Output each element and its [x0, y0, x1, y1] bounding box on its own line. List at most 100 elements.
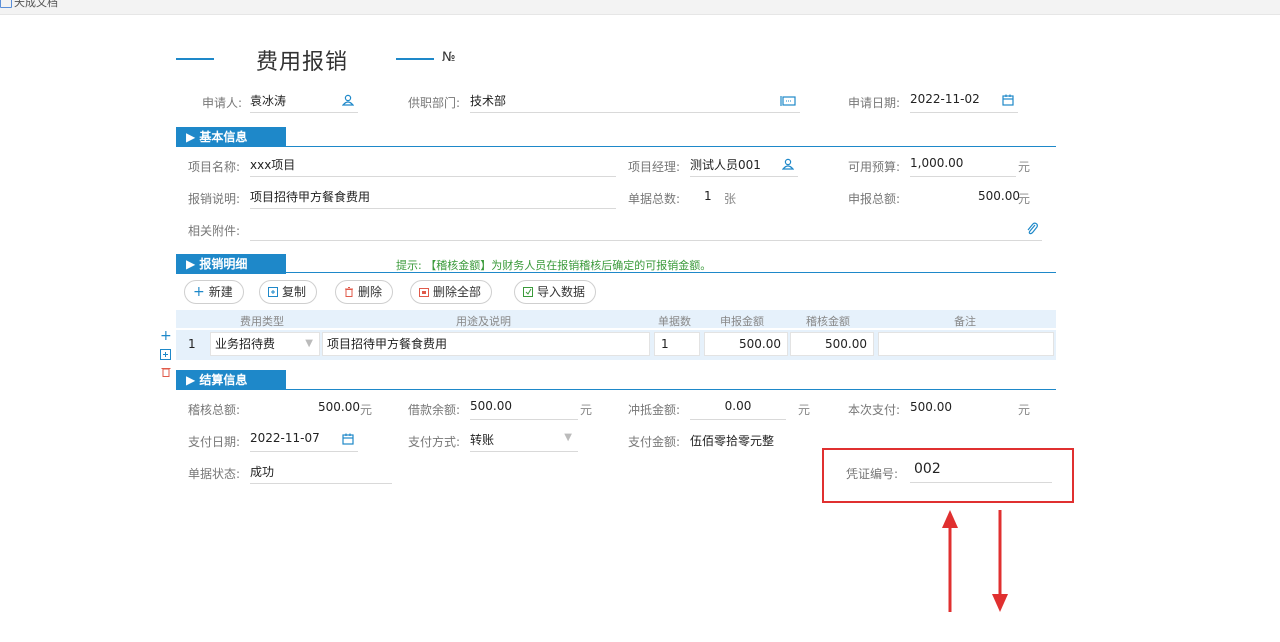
add-row-icon[interactable]: +	[160, 329, 172, 343]
attach-label: 相关附件:	[188, 224, 241, 238]
import-button[interactable]: 导入数据	[514, 280, 597, 304]
section-settlement: ▶ 结算信息	[176, 370, 286, 390]
copy-button[interactable]: 复制	[259, 280, 318, 304]
pay-now-value: 500.00	[910, 400, 952, 414]
declared-label: 申报总额:	[848, 192, 901, 206]
column-header: 用途及说明	[456, 315, 511, 328]
copy-row-icon[interactable]	[160, 349, 171, 360]
dropdown-arrow-icon: ▼	[305, 338, 313, 349]
bills-unit: 张	[724, 192, 737, 206]
trash-icon	[345, 287, 353, 297]
page-title: 费用报销	[256, 50, 349, 75]
voucher-label: 凭证编号:	[846, 467, 899, 481]
section-divider	[176, 389, 1056, 390]
number-symbol: №	[442, 50, 456, 65]
user-icon[interactable]	[342, 94, 354, 106]
bills-label: 单据总数:	[628, 192, 681, 206]
pay-now-unit: 元	[1018, 403, 1031, 417]
detail-tip: 提示: 【稽核金额】为财务人员在报销稽核后确定的可报销金额。	[396, 259, 712, 272]
loan-value: 500.00	[470, 399, 512, 413]
applicant-label: 申请人:	[202, 96, 243, 110]
user-icon[interactable]	[782, 158, 794, 170]
title-dash-left	[176, 58, 214, 60]
status-field: 成功	[250, 463, 392, 484]
declared-unit: 元	[1018, 192, 1031, 206]
voucher-input[interactable]: 002	[910, 461, 1052, 483]
row-index: 1	[188, 337, 196, 351]
attachment-field[interactable]	[250, 220, 1042, 241]
offset-label: 冲抵金额:	[628, 403, 681, 417]
arrow-up-icon	[942, 510, 958, 612]
dept-field[interactable]: 技术部	[470, 92, 800, 113]
pm-label: 项目经理:	[628, 160, 681, 174]
pay-date-value: 2022-11-07	[250, 431, 320, 445]
pm-field[interactable]: 测试人员001	[690, 156, 798, 177]
audit-total-value: 500.00	[318, 400, 360, 414]
offset-unit: 元	[798, 403, 811, 417]
pay-amount-value: 伍佰零拾零元整	[690, 434, 775, 448]
delete-row-icon[interactable]	[161, 366, 171, 377]
loan-field: 500.00	[470, 399, 578, 420]
date-label: 申请日期:	[848, 96, 901, 110]
budget-field: 1,000.00	[910, 156, 1016, 177]
dept-label: 供职部门:	[408, 96, 461, 110]
expense-type-select[interactable]: 业务招待费 ▼	[210, 332, 320, 356]
offset-value: 0.00	[724, 399, 752, 413]
section-basic-info: ▶ 基本信息	[176, 127, 286, 147]
desc-value: 项目招待甲方餐食费用	[250, 190, 371, 204]
row-audited-input[interactable]: 500.00	[790, 332, 874, 356]
voucher-value: 002	[914, 461, 941, 477]
loan-label: 借款余额:	[408, 403, 461, 417]
window-title: 天成文档	[14, 0, 58, 9]
declared-value: 500.00	[978, 189, 1020, 203]
column-header: 单据数	[658, 315, 691, 328]
section-expense-detail: ▶ 报销明细	[176, 254, 286, 274]
bills-value: 1	[704, 189, 712, 203]
budget-value: 1,000.00	[910, 156, 964, 170]
pay-method-value: 转账	[470, 433, 495, 447]
copy-icon	[268, 287, 278, 297]
pay-date-field[interactable]: 2022-11-07	[250, 431, 358, 452]
applicant-field[interactable]: 袁冰涛	[250, 92, 358, 113]
delete-all-button[interactable]: 删除全部	[410, 280, 493, 304]
expense-table: 费用类型 用途及说明 单据数 申报金额 稽核金额 备注 1 业务招待费 ▼ 项目…	[176, 310, 1056, 360]
column-header: 稽核金额	[806, 315, 850, 328]
apply-date-field[interactable]: 2022-11-02	[910, 92, 1018, 113]
row-declared-input[interactable]: 500.00	[704, 332, 788, 356]
row-desc-input[interactable]: 项目招待甲方餐食费用	[322, 332, 650, 356]
pay-method-label: 支付方式:	[408, 435, 461, 449]
budget-unit: 元	[1018, 160, 1031, 174]
arrow-down-icon	[992, 510, 1008, 612]
pay-method-select[interactable]: 转账 ▼	[470, 431, 578, 452]
desc-label: 报销说明:	[188, 192, 241, 206]
offset-input[interactable]: 0.00	[690, 399, 786, 420]
column-header: 备注	[954, 315, 976, 328]
delete-button[interactable]: 删除	[335, 280, 394, 304]
calendar-icon[interactable]	[1002, 94, 1014, 106]
org-select-icon[interactable]	[780, 95, 796, 107]
table-header	[176, 310, 1056, 328]
project-name-field[interactable]: xxx项目	[250, 156, 616, 177]
row-count-input[interactable]: 1	[654, 332, 700, 356]
apply-date-value: 2022-11-02	[910, 92, 980, 106]
budget-label: 可用预算:	[848, 160, 901, 174]
audit-total-label: 稽核总额:	[188, 403, 241, 417]
plus-icon: +	[193, 284, 205, 300]
delete-all-icon	[419, 288, 429, 297]
title-dash-right	[396, 58, 434, 60]
document-icon	[0, 0, 12, 8]
paperclip-icon[interactable]	[1026, 221, 1038, 235]
dept-value: 技术部	[470, 94, 507, 108]
column-header: 申报金额	[720, 315, 764, 328]
applicant-value: 袁冰涛	[250, 94, 287, 108]
pm-value: 测试人员001	[690, 158, 761, 172]
new-button[interactable]: + 新建	[184, 280, 244, 304]
pay-amount-label: 支付金额:	[628, 435, 681, 449]
desc-field[interactable]: 项目招待甲方餐食费用	[250, 188, 616, 209]
annotation-arrows	[942, 510, 1008, 612]
project-name-value: xxx项目	[250, 158, 296, 172]
calendar-icon[interactable]	[342, 433, 354, 445]
project-name-label: 项目名称:	[188, 160, 241, 174]
row-remark-input[interactable]	[878, 332, 1054, 356]
pay-now-label: 本次支付:	[848, 403, 901, 417]
